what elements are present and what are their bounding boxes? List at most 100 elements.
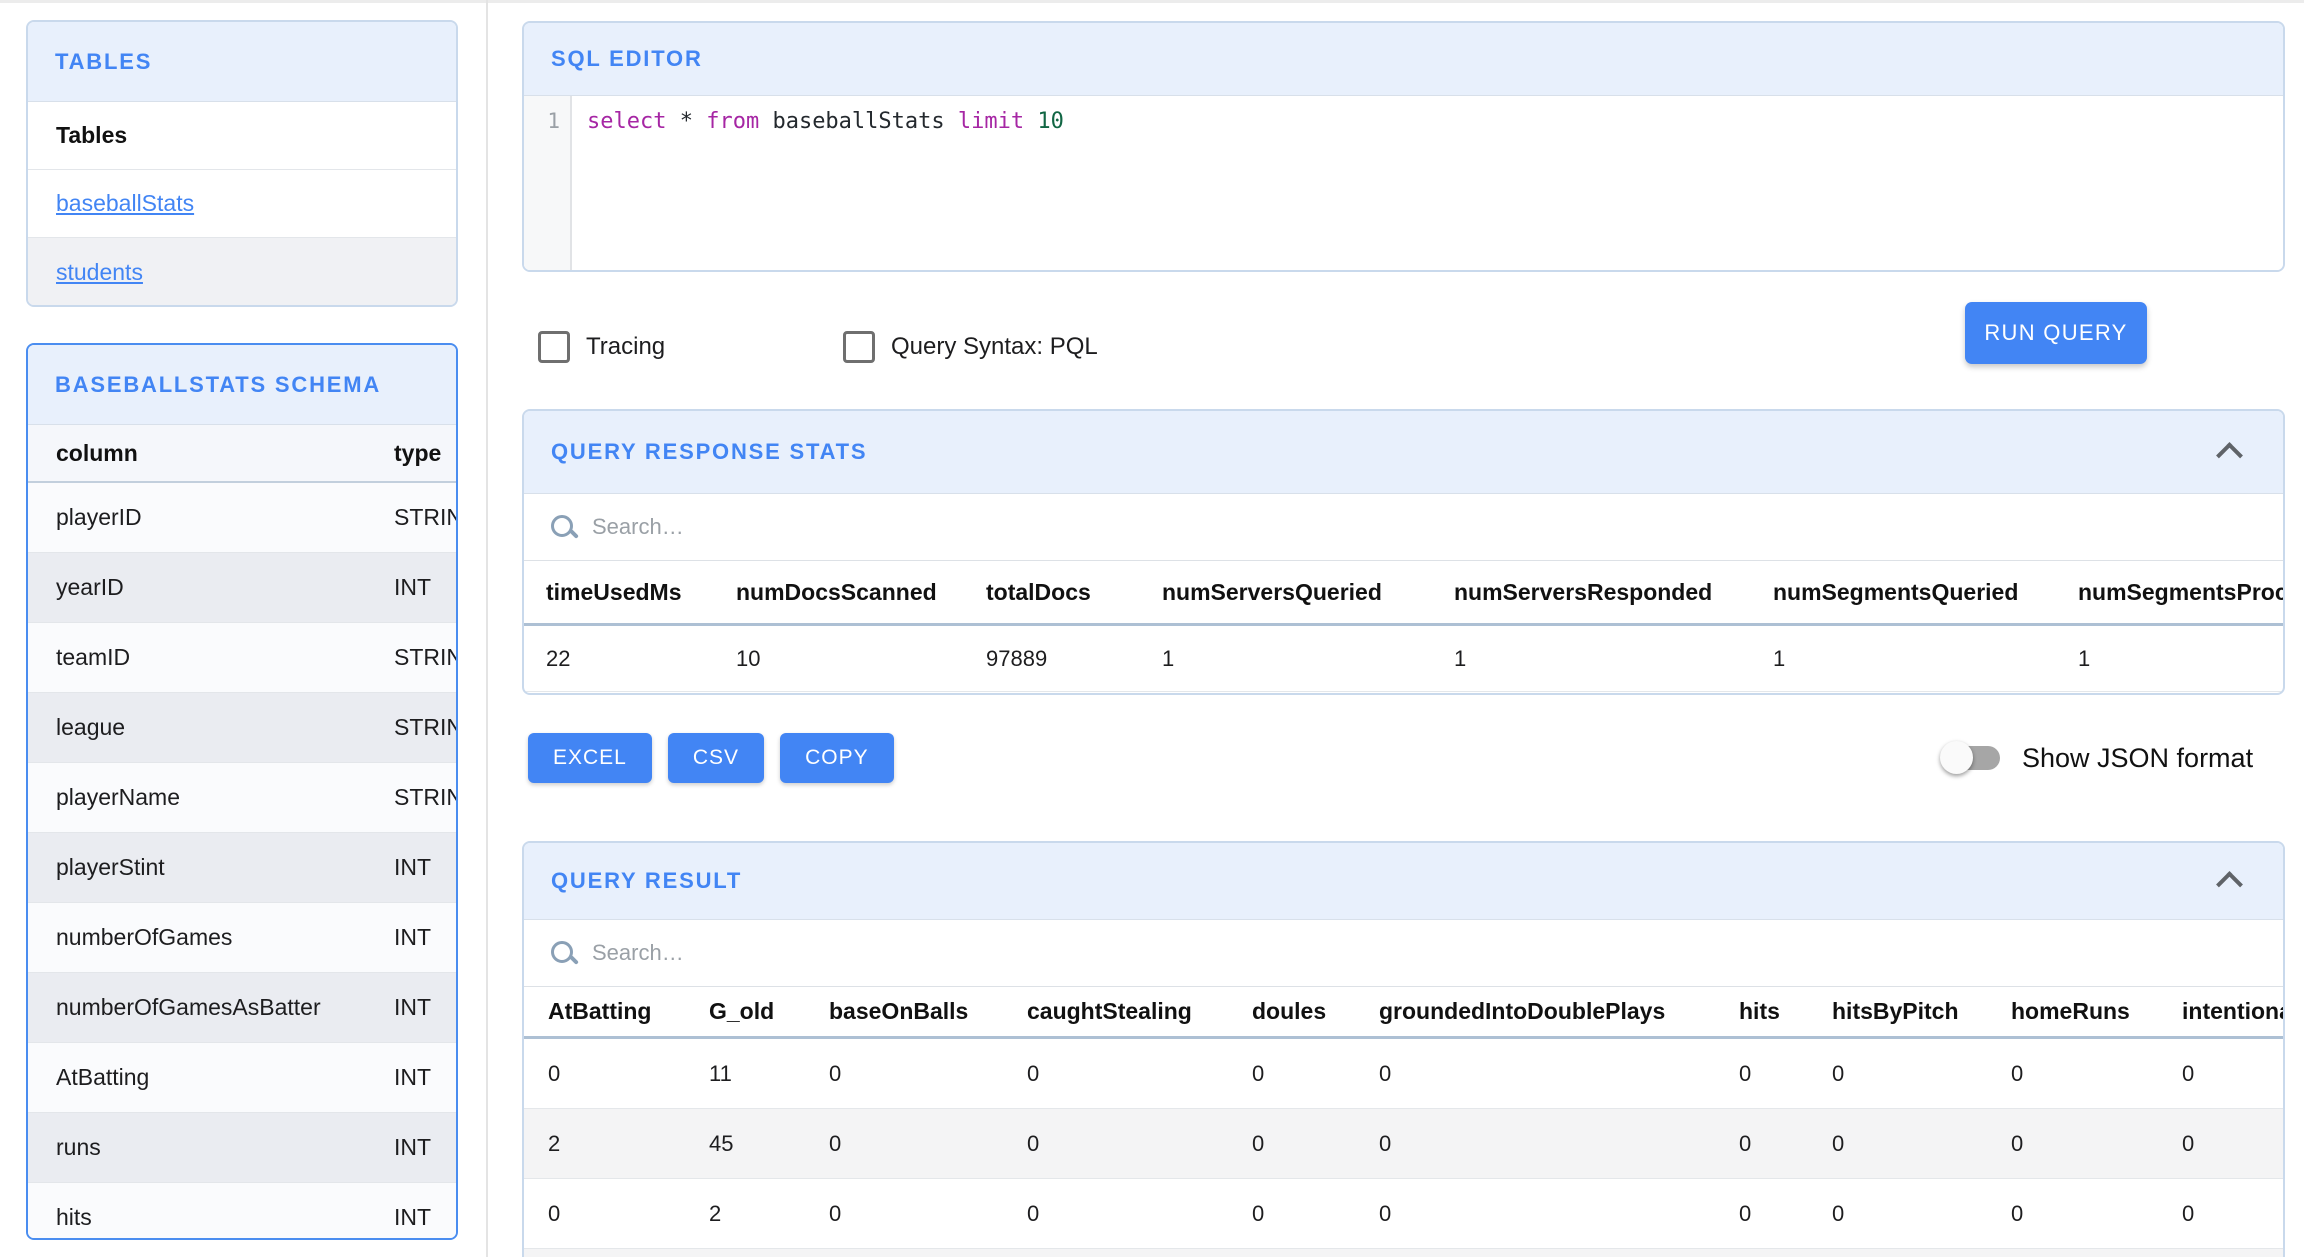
schema-field-type: STRING — [394, 714, 456, 740]
schema-row: numberOfGames INT — [28, 903, 456, 973]
schema-field-name: playerName — [56, 784, 180, 810]
tracing-checkbox[interactable] — [538, 331, 570, 363]
schema-field-name: runs — [56, 1134, 101, 1160]
stats-value: 1 — [1454, 645, 1467, 671]
excel-button[interactable]: EXCEL — [528, 733, 652, 783]
table-link-row[interactable]: baseballStats — [28, 170, 456, 238]
schema-field-name: AtBatting — [56, 1064, 150, 1090]
schema-row: playerStint INT — [28, 833, 456, 903]
stats-column-header: numSegmentsProcessed — [2078, 578, 2283, 605]
schema-field-type: INT — [394, 1064, 432, 1090]
pql-checkbox[interactable] — [843, 331, 875, 363]
result-column-header: doules — [1252, 998, 1327, 1024]
schema-type-header: type — [394, 439, 442, 466]
result-cell: 0 — [1832, 1060, 1845, 1086]
result-cell: 0 — [1739, 1130, 1752, 1156]
content-divider — [486, 0, 488, 1257]
table-link-row[interactable]: students — [28, 238, 456, 305]
sql-code-editor[interactable]: 1 select * from baseballStats limit 10 — [524, 96, 2283, 270]
query-response-stats-panel: QUERY RESPONSE STATS timeUsedMs numDocsS… — [522, 409, 2285, 695]
stats-column-header: numServersQueried — [1162, 578, 1382, 605]
schema-field-name: teamID — [56, 644, 131, 670]
table-link-baseballstats[interactable]: baseballStats — [56, 190, 194, 217]
schema-field-type: INT — [394, 994, 432, 1020]
tables-panel: TABLES Tables baseballStats students — [26, 20, 458, 307]
result-search-row — [524, 920, 2283, 987]
schema-field-name: numberOfGames — [56, 924, 233, 950]
result-cell: 0 — [2011, 1130, 2024, 1156]
run-query-button[interactable]: RUN QUERY — [1965, 302, 2147, 364]
sql-token-number: 10 — [1037, 109, 1064, 134]
stats-column-header: numServersResponded — [1454, 578, 1713, 605]
schema-field-type: STRING — [394, 784, 456, 810]
schema-row: league STRING — [28, 693, 456, 763]
stats-panel-title: QUERY RESPONSE STATS — [551, 439, 868, 464]
show-json-label: Show JSON format — [2022, 743, 2254, 773]
schema-row: yearID INT — [28, 553, 456, 623]
tables-list-header: Tables — [28, 102, 456, 170]
table-row: 0 2 0 0 0 0 0 0 0 0 — [524, 1179, 2283, 1249]
sql-editor-panel: SQL EDITOR 1 select * from baseballStats… — [522, 21, 2285, 272]
schema-field-type: INT — [394, 1134, 432, 1160]
sql-token: * — [679, 109, 707, 134]
schema-panel-header: BASEBALLSTATS SCHEMA — [28, 345, 456, 425]
result-cell: 0 — [1832, 1200, 1845, 1226]
sql-token: baseballStats — [772, 109, 958, 134]
top-border — [0, 0, 2304, 3]
result-cell: 0 — [829, 1060, 842, 1086]
line-number: 1 — [547, 109, 560, 133]
result-cell: 0 — [2011, 1060, 2024, 1086]
toggle-knob — [1940, 741, 1973, 774]
schema-row: numberOfGamesAsBatter INT — [28, 973, 456, 1043]
result-column-header: hitsByPitch — [1832, 998, 1959, 1024]
stats-search-row — [524, 494, 2283, 561]
table-row: 0 11 0 0 0 0 0 0 0 0 — [524, 1039, 2283, 1109]
result-cell: 0 — [1027, 1060, 1040, 1086]
result-header-row: AtBatting G_old baseOnBalls caughtSteali… — [524, 987, 2283, 1039]
stats-header-row: timeUsedMs numDocsScanned totalDocs numS… — [524, 561, 2283, 626]
stats-value: 97889 — [986, 645, 1048, 671]
result-cell: 0 — [1379, 1200, 1392, 1226]
collapse-chevron-icon[interactable] — [2211, 433, 2249, 471]
schema-field-type: STRING — [394, 644, 456, 670]
show-json-toggle[interactable] — [1940, 740, 2004, 775]
result-search-input[interactable] — [592, 940, 1192, 966]
schema-field-name: numberOfGamesAsBatter — [56, 994, 321, 1020]
result-column-header: homeRuns — [2011, 998, 2130, 1024]
schema-panel-title: BASEBALLSTATS SCHEMA — [55, 371, 382, 397]
result-cell: 11 — [709, 1060, 732, 1086]
schema-field-name: yearID — [56, 574, 124, 600]
stats-value: 22 — [546, 645, 571, 671]
copy-button[interactable]: COPY — [780, 733, 894, 783]
result-column-header: intentionalWalks — [2182, 998, 2283, 1024]
collapse-chevron-icon[interactable] — [2211, 862, 2249, 900]
result-cell: 0 — [2182, 1060, 2195, 1086]
sql-query-line[interactable]: select * from baseballStats limit 10 — [587, 109, 1064, 134]
schema-row: runs INT — [28, 1113, 456, 1183]
schema-field-name: hits — [56, 1204, 92, 1230]
query-result-panel: QUERY RESULT AtBatting G_old baseOnBalls… — [522, 841, 2285, 1257]
tracing-label: Tracing — [586, 333, 666, 360]
sql-token-keyword: select — [587, 109, 680, 134]
stats-value: 1 — [2078, 645, 2091, 671]
pql-label: Query Syntax: PQL — [891, 333, 1098, 360]
tracing-control: Tracing — [538, 331, 665, 363]
pql-control: Query Syntax: PQL — [843, 331, 1098, 363]
sql-token-keyword: limit — [957, 109, 1038, 134]
search-icon — [551, 515, 575, 539]
result-cell: 0 — [1379, 1130, 1392, 1156]
schema-field-type: STRING — [394, 504, 456, 530]
schema-row: playerID STRING — [28, 483, 456, 553]
result-cell: 0 — [829, 1130, 842, 1156]
csv-button[interactable]: CSV — [667, 733, 765, 783]
sql-token-keyword: from — [706, 109, 773, 134]
table-link-students[interactable]: students — [56, 259, 143, 286]
stats-value: 1 — [1162, 645, 1175, 671]
sql-editor-header: SQL EDITOR — [524, 23, 2283, 96]
stats-search-input[interactable] — [592, 514, 1192, 540]
result-column-header: AtBatting — [548, 998, 652, 1024]
tables-panel-title: TABLES — [55, 48, 153, 74]
stats-column-header: numDocsScanned — [736, 578, 937, 605]
query-console-page: TABLES Tables baseballStats students BAS… — [0, 0, 2304, 1257]
result-cell: 0 — [2182, 1200, 2195, 1226]
